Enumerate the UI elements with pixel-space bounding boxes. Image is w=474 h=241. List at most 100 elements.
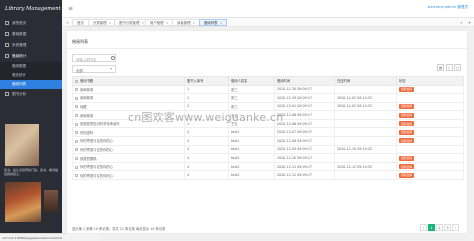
table-row[interactable]: 你的寄语与往的你的心 4 test1 2020-12-08 09:09:17 借阅出库 — [72, 136, 464, 146]
status-badge[interactable]: 借阅出库 — [399, 103, 415, 109]
table-row[interactable]: 寂寞的鹦鹉 4 test2 2020-12-10 09:09:17 借阅出库 — [72, 153, 464, 163]
sidebar-item-home[interactable]: 我的首页 — [0, 18, 62, 29]
flower-photo — [5, 182, 41, 222]
menu-toggle-icon[interactable]: ≡ — [68, 5, 73, 12]
cell-status: 借阅出库 — [396, 84, 464, 95]
status-badge[interactable]: 借阅出库 — [399, 129, 415, 135]
cell-borrower: 王五 — [228, 118, 275, 129]
sidebar-subitem-borrow-data[interactable]: 借阅数据 — [0, 62, 62, 71]
tab-scroll-right-icon[interactable]: » — [458, 19, 465, 26]
tab-home[interactable]: 首页 — [72, 19, 89, 26]
export-icon[interactable]: ⇩ — [445, 64, 453, 71]
page-button[interactable]: 3 — [444, 224, 451, 231]
status-badge[interactable]: 借阅出库 — [399, 86, 415, 92]
tab-scroll-left-icon[interactable]: « — [64, 19, 71, 26]
cell-borrow-time: 2020-12-12 09:09:17 — [274, 170, 335, 181]
sidebar-item-basic-data[interactable]: 基础数据 — [0, 29, 62, 40]
divider — [67, 48, 467, 49]
cell-return-time — [334, 84, 397, 95]
sidebar-submenu: 借阅数据 借还统计 借阅列表 — [0, 62, 62, 89]
row-checkbox[interactable] — [75, 174, 78, 178]
tab-book-category[interactable]: 图书分类管理 × — [114, 19, 150, 26]
cell-book: 我和故事 — [72, 84, 185, 95]
vase-photo — [44, 190, 58, 212]
sidebar-subitem-borrow-list[interactable]: 借阅列表 — [0, 80, 62, 89]
row-checkbox[interactable] — [75, 114, 78, 118]
status-badge[interactable]: 借阅出库 — [399, 172, 415, 178]
row-checkbox[interactable] — [75, 148, 78, 152]
table-row[interactable]: 你的寄语与往的你的心 4 test1 2020-12-09 09:09:17 2020-… — [72, 144, 464, 155]
table-row[interactable]: 你知道吗 2 test1 2020-12-07 09:09:17 借阅出库 — [72, 127, 464, 138]
column-header[interactable]: 借阅时间 — [274, 76, 335, 86]
table-row[interactable]: 我和故事 1 王五 2020-12-06 09:09:17 借阅出库 — [72, 110, 464, 120]
sidebar-item-analysis[interactable]: 图书分析 — [0, 89, 62, 100]
close-icon: × — [141, 21, 145, 25]
column-header[interactable]: 借阅人姓名 — [228, 76, 275, 86]
cell-status: 借阅出库 — [396, 170, 464, 181]
user-welcome[interactable]: welcome,admin 管理员 — [428, 5, 468, 10]
cell-return-time — [334, 110, 397, 120]
cell-borrow-time: 2020-11-29 09:09:17 — [274, 93, 335, 103]
cell-entry-no: 2 — [184, 127, 229, 138]
cell-book: 寂寞的鹦鹉 — [72, 153, 185, 163]
photo-caption: 读书，是认识世界的门窗。读书，看清楚自我的镜子， — [4, 168, 59, 177]
row-checkbox[interactable] — [75, 165, 78, 169]
status-badge[interactable]: 借阅出库 — [399, 112, 415, 118]
print-icon[interactable]: ⎙ — [454, 64, 461, 71]
column-header[interactable]: 图书入库号 — [184, 76, 229, 86]
row-checkbox[interactable] — [75, 122, 78, 126]
status-badge[interactable]: 借阅出库 — [399, 155, 415, 161]
page-button[interactable]: 1 — [428, 224, 435, 231]
column-header[interactable]: 归还时间 — [334, 76, 397, 86]
select-all-checkbox[interactable] — [75, 79, 78, 83]
book-icon — [5, 54, 9, 58]
next-page-button[interactable]: › — [452, 224, 459, 231]
table-row[interactable]: 你的寄语与往的你的心 4 test2 2020-12-11 09:09:17 2020-… — [72, 161, 464, 172]
app-logo[interactable]: Library Management — [0, 0, 62, 18]
cell-entry-no: 1 — [184, 93, 229, 103]
row-checkbox[interactable] — [75, 88, 78, 92]
cell-borrower: test1 — [228, 136, 275, 146]
search-input[interactable]: 请输入图书名 — [72, 54, 116, 62]
table-row[interactable]: 地藏 2 张三 2020-12-01 09:09:17 2020-12-02 09:14… — [72, 101, 464, 112]
table-row[interactable]: 张德蒙的知识科学传承读作 1 王五 2020-12-06 09:09:17 借阅出库 — [72, 118, 464, 129]
sidebar-item-system[interactable]: 系统管理 — [0, 40, 62, 51]
table-row[interactable]: 我和故事 1 张三 2020-11-30 09:09:17 借阅出库 — [72, 84, 464, 95]
cell-borrow-time: 2020-12-01 09:09:17 — [274, 101, 335, 112]
sidebar-item-borrow-stats[interactable]: 借阅统计 — [0, 51, 62, 62]
column-header[interactable]: 借阅书籍 — [72, 76, 185, 86]
cell-book: 你的寄语与往的你的心 — [72, 144, 185, 155]
cell-status: 借阅出库 — [396, 127, 464, 138]
table-row[interactable]: 你的寄语与往的你的心 4 test2 2020-12-12 09:09:17 借阅出库 — [72, 170, 464, 181]
tab-users[interactable]: 用户管理 × — [145, 19, 174, 26]
tab-readers[interactable]: 读者管理 × — [172, 19, 201, 26]
column-header[interactable]: 状态 — [396, 76, 464, 86]
cell-status — [396, 93, 464, 103]
page-button[interactable]: 2 — [436, 224, 443, 231]
table-row[interactable]: 我和故事 1 张三 2020-11-29 09:09:17 2020-12-02 09:… — [72, 93, 464, 103]
search-icon[interactable] — [111, 56, 115, 60]
status-filter-select[interactable]: 全部 ▾ — [72, 65, 116, 73]
sidebar-subitem-return-stats[interactable]: 借还统计 — [0, 71, 62, 80]
row-checkbox[interactable] — [75, 96, 78, 100]
row-checkbox[interactable] — [75, 105, 78, 109]
status-badge[interactable]: 借阅出库 — [399, 164, 415, 170]
tab-borrow-list[interactable]: 借阅列表 × — [199, 19, 228, 26]
row-checkbox[interactable] — [75, 139, 78, 143]
row-checkbox[interactable] — [75, 157, 78, 161]
cell-book: 张德蒙的知识科学传承读作 — [72, 118, 185, 129]
chevron-down-icon[interactable]: ▾ — [466, 19, 473, 26]
cell-borrower: test2 — [228, 170, 275, 181]
cell-borrow-time: 2020-12-06 09:09:17 — [274, 118, 335, 129]
cell-book: 你的寄语与往的你的心 — [72, 170, 185, 181]
tab-category[interactable]: 分类管理 × — [88, 19, 117, 26]
prev-page-button[interactable]: ‹ — [420, 224, 427, 231]
table-toolbar: ▦ ⇩ ⎙ — [436, 64, 461, 71]
close-icon: × — [165, 21, 169, 25]
cell-return-time — [334, 170, 397, 181]
cell-status: 借阅出库 — [396, 136, 464, 146]
row-checkbox[interactable] — [75, 131, 78, 135]
status-badge[interactable]: 借阅出库 — [399, 138, 415, 144]
columns-icon[interactable]: ▦ — [437, 64, 444, 71]
status-badge[interactable]: 借阅出库 — [399, 121, 415, 127]
